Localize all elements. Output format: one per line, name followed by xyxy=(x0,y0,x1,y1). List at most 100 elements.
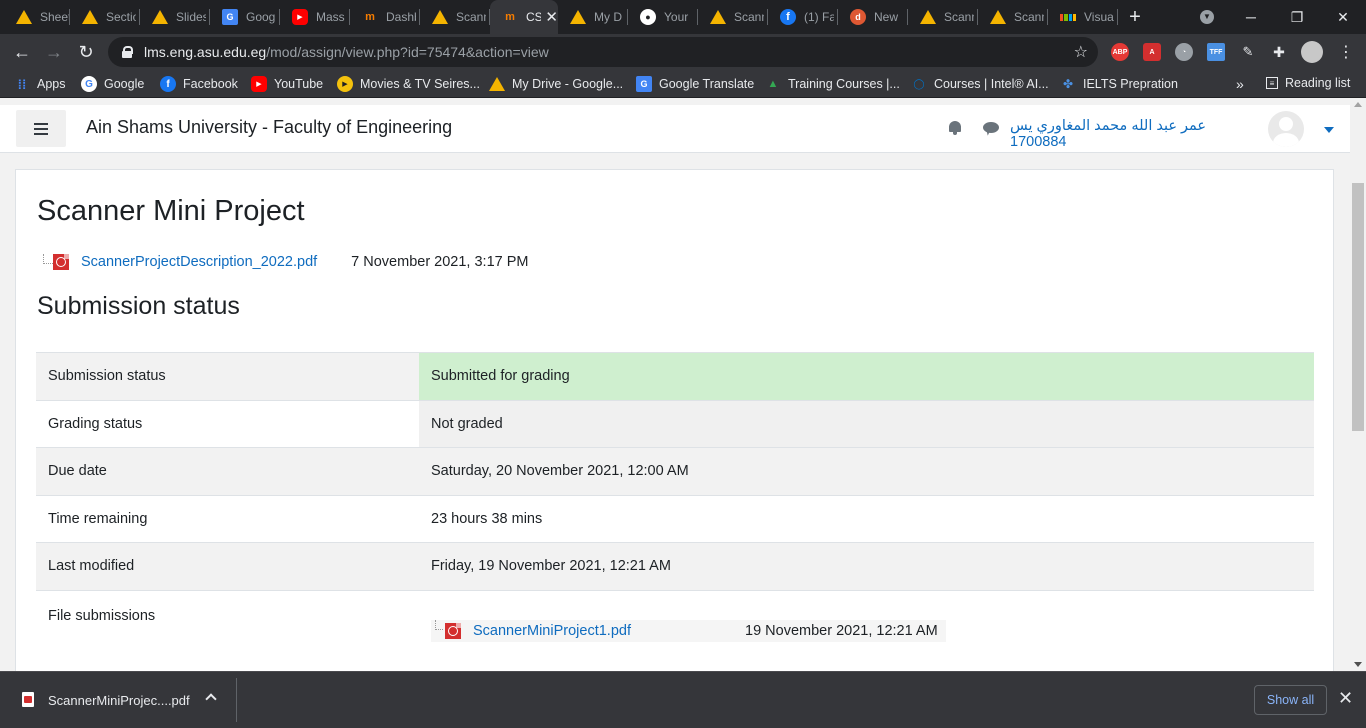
show-all-button[interactable]: Show all xyxy=(1254,685,1327,715)
google-drive-icon xyxy=(82,9,98,25)
bookmarks-bar: ⁞⁞ Apps G Google f Facebook ▶ YouTube ▶ Movie… xyxy=(0,70,1366,98)
google-drive-icon xyxy=(920,9,936,25)
notifications-bell-icon[interactable] xyxy=(948,120,962,136)
browser-tab[interactable]: Sectio xyxy=(70,0,140,34)
address-bar[interactable]: lms.eng.asu.edu.eg/mod/assign/view.php?i… xyxy=(108,37,1098,67)
divider xyxy=(236,678,237,722)
browser-tab[interactable]: ● Your xyxy=(628,0,698,34)
reading-list-icon: ≡ xyxy=(1266,77,1278,89)
pdf-extension-icon[interactable]: A xyxy=(1143,43,1161,61)
chrome-menu-icon[interactable]: ⋮ xyxy=(1332,38,1360,66)
browser-tab[interactable]: Scann xyxy=(978,0,1048,34)
forward-button[interactable]: → xyxy=(40,38,68,66)
tab-search-button[interactable]: ▼ xyxy=(1184,0,1230,34)
page-viewport: Ain Shams University - Faculty of Engine… xyxy=(0,98,1350,671)
browser-tab[interactable]: Scann xyxy=(420,0,490,34)
bookmark-apps[interactable]: ⁞⁞ Apps xyxy=(14,76,66,92)
browser-tab[interactable]: G Goog xyxy=(210,0,280,34)
browser-tab-active[interactable]: m CS ✕ xyxy=(490,0,558,34)
bookmark-google-translate[interactable]: G Google Translate xyxy=(636,76,754,92)
browser-tab[interactable]: mDashb xyxy=(350,0,420,34)
bookmark-ielts[interactable]: ✤ IELTS Prepration xyxy=(1060,76,1178,92)
user-name[interactable]: عمر عبد الله محمد المغاوري يس 1700884 xyxy=(1010,118,1264,150)
bookmarks-overflow-button[interactable]: » xyxy=(1236,76,1244,92)
browser-tab[interactable]: f (1) Fa xyxy=(768,0,838,34)
grading-status-value: Not graded xyxy=(419,399,1314,448)
google-icon: G xyxy=(81,76,97,92)
scroll-down-icon[interactable] xyxy=(1354,662,1362,667)
submitted-file-line: ScannerMiniProject1.pdf 19 November 2021… xyxy=(431,619,946,642)
browser-tab[interactable]: Slides xyxy=(140,0,210,34)
file-submissions-cell: ScannerMiniProject1.pdf 19 November 2021… xyxy=(419,589,1314,660)
user-menu-caret-icon[interactable] xyxy=(1324,127,1334,133)
adblock-extension-icon[interactable]: ABP xyxy=(1111,43,1129,61)
browser-tab[interactable]: Scann xyxy=(908,0,978,34)
minimize-button[interactable]: ─ xyxy=(1228,0,1274,34)
close-tab-icon[interactable]: ✕ xyxy=(545,8,558,26)
user-avatar[interactable] xyxy=(1268,111,1304,147)
site-name-link[interactable]: Ain Shams University - Faculty of Engine… xyxy=(86,117,452,138)
site-navbar: Ain Shams University - Faculty of Engine… xyxy=(0,105,1350,153)
scroll-up-icon[interactable] xyxy=(1354,102,1362,107)
browser-tab[interactable]: Scann xyxy=(698,0,768,34)
pdf-file-icon xyxy=(22,692,34,707)
bookmark-training-courses[interactable]: ▲ Training Courses |... xyxy=(765,76,900,92)
google-drive-icon xyxy=(990,9,1006,25)
download-item[interactable]: ScannerMiniProjec....pdf xyxy=(48,693,190,708)
scrollbar-thumb[interactable] xyxy=(1352,183,1364,431)
browser-tab[interactable]: Visua xyxy=(1048,0,1118,34)
download-shelf: ScannerMiniProjec....pdf Show all ✕ xyxy=(0,671,1366,728)
browser-tab[interactable]: Sheet xyxy=(0,0,70,34)
menu-toggle-button[interactable] xyxy=(16,110,66,147)
google-drive-icon xyxy=(710,9,726,25)
submission-status-table: Submission status Submitted for grading … xyxy=(36,352,1314,660)
reload-button[interactable]: ↻ xyxy=(72,38,100,66)
row-label: Due date xyxy=(36,447,419,495)
training-icon: ▲ xyxy=(767,78,779,90)
pdf-file-icon xyxy=(445,622,461,639)
facebook-icon: f xyxy=(160,76,176,92)
row-label: Submission status xyxy=(36,352,419,400)
extension-icon[interactable]: ◔ xyxy=(1175,43,1193,61)
close-icon[interactable]: ✕ xyxy=(1338,688,1353,709)
maximize-button[interactable]: ❐ xyxy=(1274,0,1320,34)
reading-list-button[interactable]: ≡ Reading list xyxy=(1266,76,1350,90)
eyedropper-extension-icon[interactable]: ✎ xyxy=(1239,43,1257,61)
pdf-file-icon xyxy=(53,254,69,270)
browser-tab[interactable]: My D xyxy=(558,0,628,34)
bookmark-star-icon[interactable]: ☆ xyxy=(1074,42,1088,62)
row-label: File submissions xyxy=(36,589,419,660)
browser-tab[interactable]: ▶ Mass xyxy=(280,0,350,34)
bookmark-intel-courses[interactable]: ◯ Courses | Intel® AI... xyxy=(911,76,1048,92)
moodle-icon: m xyxy=(505,11,515,23)
tff-extension-icon[interactable]: TFF xyxy=(1207,43,1225,61)
bookmark-youtube[interactable]: ▶ YouTube xyxy=(251,76,323,92)
bookmark-facebook[interactable]: f Facebook xyxy=(160,76,238,92)
movies-icon: ▶ xyxy=(337,76,353,92)
submission-status-value: Submitted for grading xyxy=(419,352,1314,400)
bookmark-my-drive[interactable]: My Drive - Google... xyxy=(489,76,623,92)
chevron-up-icon[interactable] xyxy=(205,693,217,705)
last-modified-value: Friday, 19 November 2021, 12:21 AM xyxy=(419,542,1314,590)
back-button[interactable]: ← xyxy=(8,38,36,66)
assignment-card: Scanner Mini Project ScannerProjectDescr… xyxy=(15,169,1334,671)
attachment-link[interactable]: ScannerProjectDescription_2022.pdf xyxy=(81,254,317,270)
page-scrollbar[interactable] xyxy=(1350,98,1366,671)
lock-icon[interactable] xyxy=(122,46,133,58)
messages-icon[interactable] xyxy=(983,122,999,133)
tree-connector xyxy=(435,619,443,630)
submitted-file-link[interactable]: ScannerMiniProject1.pdf xyxy=(473,623,745,639)
close-window-button[interactable]: ✕ xyxy=(1320,0,1366,34)
table-row: File submissions ScannerMiniProject1.pdf… xyxy=(36,589,1314,660)
new-tab-button[interactable]: + xyxy=(1118,0,1152,34)
profile-avatar-icon[interactable] xyxy=(1301,41,1323,63)
google-drive-icon xyxy=(152,9,168,25)
attachment-line: ScannerProjectDescription_2022.pdf 7 Nov… xyxy=(43,254,529,270)
table-row: Grading status Not graded xyxy=(36,399,1314,448)
bookmark-movies[interactable]: ▶ Movies & TV Seires... xyxy=(337,76,480,92)
browser-tab[interactable]: d New xyxy=(838,0,908,34)
puzzle-extensions-icon[interactable]: ✚ xyxy=(1270,43,1288,61)
bookmark-google[interactable]: G Google xyxy=(81,76,144,92)
table-row: Last modified Friday, 19 November 2021, … xyxy=(36,542,1314,590)
page-title: Scanner Mini Project xyxy=(37,195,305,227)
